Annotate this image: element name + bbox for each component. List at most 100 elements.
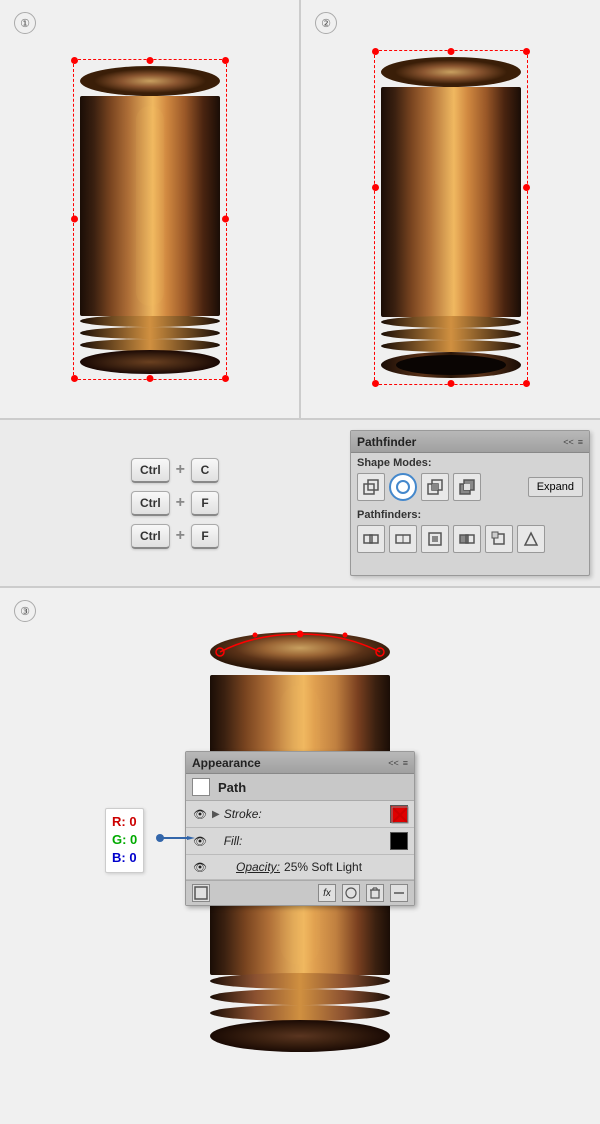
rgb-arrow-svg — [163, 836, 195, 840]
opacity-value: 25% Soft Light — [284, 860, 362, 874]
handle-2-bc — [447, 380, 454, 387]
pathfinder-menu-btn[interactable]: ≡ — [578, 437, 583, 447]
appearance-panel: Appearance << ≡ Path 👁 ▶ Stroke: — [185, 751, 415, 906]
fill-color-swatch[interactable] — [390, 832, 408, 850]
plus-3: + — [176, 527, 185, 545]
pathfinders-label: Pathfinders: — [351, 505, 589, 523]
appearance-menu-btn[interactable]: ≡ — [403, 758, 408, 768]
c-key[interactable]: C — [191, 458, 219, 483]
rgb-arrow — [163, 836, 195, 840]
appearance-title: Appearance — [192, 756, 261, 770]
opacity-visibility-icon[interactable]: 👁 — [192, 859, 208, 875]
pathfinder-collapse-btn[interactable]: << — [563, 437, 574, 447]
opacity-label[interactable]: Opacity: — [236, 860, 280, 874]
fx-label: fx — [323, 888, 331, 899]
shape-exclude-icon[interactable] — [453, 473, 481, 501]
rgb-dot-svg — [155, 833, 165, 843]
cylinder-rings-1 — [78, 313, 222, 351]
handle-2-bl — [372, 380, 379, 387]
panel-1: ① — [0, 0, 301, 418]
ctrl-key-3[interactable]: Ctrl — [131, 524, 170, 549]
trash-icon[interactable] — [366, 884, 384, 902]
step-3-number: ③ — [14, 600, 36, 622]
handle-tl — [71, 57, 78, 64]
cylinder-body-1 — [78, 96, 222, 316]
stroke-row: 👁 ▶ Stroke: — [186, 801, 414, 828]
top-row: ① — [0, 0, 600, 420]
handle-tc — [146, 57, 153, 64]
cylinder-1-wrapper — [73, 59, 227, 380]
cylinder-rings-2 — [379, 314, 523, 352]
handle-tr — [222, 57, 229, 64]
pf-icon-6[interactable] — [517, 525, 545, 553]
rgb-arrow-dot — [155, 832, 165, 846]
handle-2-tr — [523, 48, 530, 55]
handle-bc — [146, 375, 153, 382]
cylinder-top-ellipse-1 — [78, 64, 222, 98]
rgb-badge: R: 0 G: 0 B: 0 — [105, 808, 144, 873]
stroke-label: Stroke: — [224, 807, 386, 821]
f-key-2[interactable]: F — [191, 524, 219, 549]
pathfinder-titlebar: Pathfinder << ≡ — [351, 431, 589, 453]
r-value: R: 0 — [112, 813, 137, 831]
key-row-2: Ctrl + F — [131, 491, 219, 516]
step-2-number: ② — [315, 12, 337, 34]
appearance-titlebar: Appearance << ≡ — [186, 752, 414, 774]
keys-panel: Ctrl + C Ctrl + F Ctrl + F — [0, 420, 350, 586]
g-value: G: 0 — [112, 831, 137, 849]
appearance-controls: << ≡ — [388, 758, 408, 768]
large-cyl-bottom-svg — [205, 1018, 395, 1054]
large-cyl-top-wrapper — [205, 629, 395, 675]
bottom-section: ③ — [0, 588, 600, 1124]
new-item-icon[interactable] — [342, 884, 360, 902]
pathfinder-panel: Pathfinder << ≡ Shape Modes: — [350, 430, 590, 576]
pf-icon-3[interactable] — [421, 525, 449, 553]
opacity-row: 👁 Opacity: 25% Soft Light — [186, 855, 414, 880]
cylinder-2-wrapper — [374, 50, 528, 385]
large-cyl-top-svg — [205, 629, 395, 675]
key-row-1: Ctrl + C — [131, 458, 219, 483]
pathfinder-title: Pathfinder — [357, 435, 416, 449]
handle-2-tl — [372, 48, 379, 55]
fx-icon[interactable]: fx — [318, 884, 336, 902]
appearance-collapse-btn[interactable]: << — [388, 758, 399, 768]
middle-row: Ctrl + C Ctrl + F Ctrl + F Pathfinder <<… — [0, 420, 600, 588]
pf-icon-5[interactable] — [485, 525, 513, 553]
options-icon[interactable] — [390, 884, 408, 902]
pf-icon-2[interactable] — [389, 525, 417, 553]
f-key-1[interactable]: F — [191, 491, 219, 516]
ctrl-key-1[interactable]: Ctrl — [131, 458, 170, 483]
pathfinder-controls: << ≡ — [563, 437, 583, 447]
handle-ml — [71, 216, 78, 223]
handle-mr — [222, 216, 229, 223]
shape-minus-icon[interactable] — [389, 473, 417, 501]
pf-icon-4[interactable] — [453, 525, 481, 553]
key-row-3: Ctrl + F — [131, 524, 219, 549]
handle-2-ml — [372, 184, 379, 191]
appearance-bottom-bar: fx — [186, 880, 414, 905]
ctrl-key-2[interactable]: Ctrl — [131, 491, 170, 516]
fill-row: 👁 ▶ Fill: — [186, 828, 414, 855]
handle-2-mr — [523, 184, 530, 191]
fill-label: Fill: — [224, 834, 386, 848]
path-row: Path — [186, 774, 414, 801]
stroke-color-swatch[interactable] — [390, 805, 408, 823]
path-swatch — [192, 778, 210, 796]
pathfinders-icons — [351, 523, 589, 559]
new-art-maintain-icon[interactable] — [192, 884, 210, 902]
shape-modes-label: Shape Modes: — [351, 453, 589, 471]
stroke-expand-arrow[interactable]: ▶ — [212, 809, 220, 820]
stroke-visibility-icon[interactable]: 👁 — [192, 806, 208, 822]
large-cyl-rings-wrapper — [205, 971, 395, 1021]
expand-button[interactable]: Expand — [528, 477, 583, 497]
cylinder-bottom-open-2 — [379, 350, 523, 380]
pf-icon-1[interactable] — [357, 525, 385, 553]
handle-bl — [71, 375, 78, 382]
cylinder-body-2 — [379, 87, 523, 317]
plus-2: + — [176, 494, 185, 512]
shape-unite-icon[interactable] — [357, 473, 385, 501]
large-cyl-rings-svg — [205, 971, 395, 1021]
panel-2: ② — [301, 0, 600, 418]
shape-intersect-icon[interactable] — [421, 473, 449, 501]
plus-1: + — [176, 461, 185, 479]
